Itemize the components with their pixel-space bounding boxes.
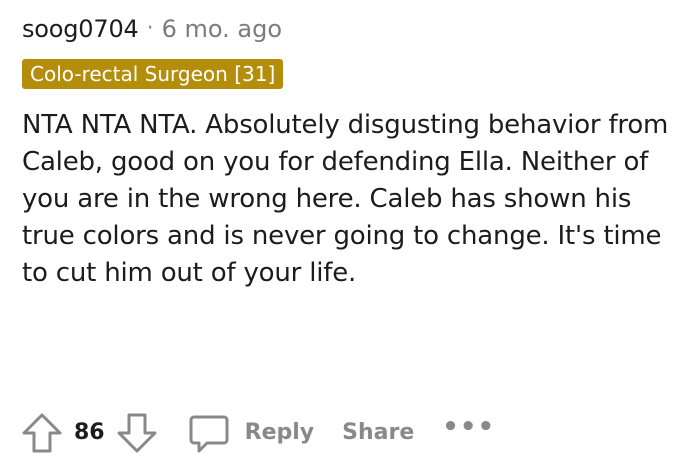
downvote-arrow-icon[interactable] <box>115 411 159 455</box>
username-link[interactable]: soog0704 <box>22 14 139 44</box>
meta-separator: · <box>146 16 154 41</box>
speech-bubble-icon <box>187 411 231 455</box>
user-flair: Colo-rectal Surgeon [31] <box>22 59 284 89</box>
comment: soog0704 · 6 mo. ago Colo-rectal Surgeon… <box>0 0 681 475</box>
comment-meta: soog0704 · 6 mo. ago <box>22 14 681 44</box>
reply-label: Reply <box>244 420 315 445</box>
vote-count: 86 <box>74 420 105 445</box>
comment-action-bar: 86 Reply Share ••• <box>20 410 495 455</box>
timestamp[interactable]: 6 mo. ago <box>162 14 282 44</box>
more-options-icon[interactable]: ••• <box>442 412 495 442</box>
upvote-arrow-icon[interactable] <box>20 411 64 455</box>
comment-body: NTA NTA NTA. Absolutely disgusting behav… <box>22 110 669 288</box>
share-button[interactable]: Share <box>342 420 414 445</box>
reply-button[interactable]: Reply <box>187 411 315 455</box>
